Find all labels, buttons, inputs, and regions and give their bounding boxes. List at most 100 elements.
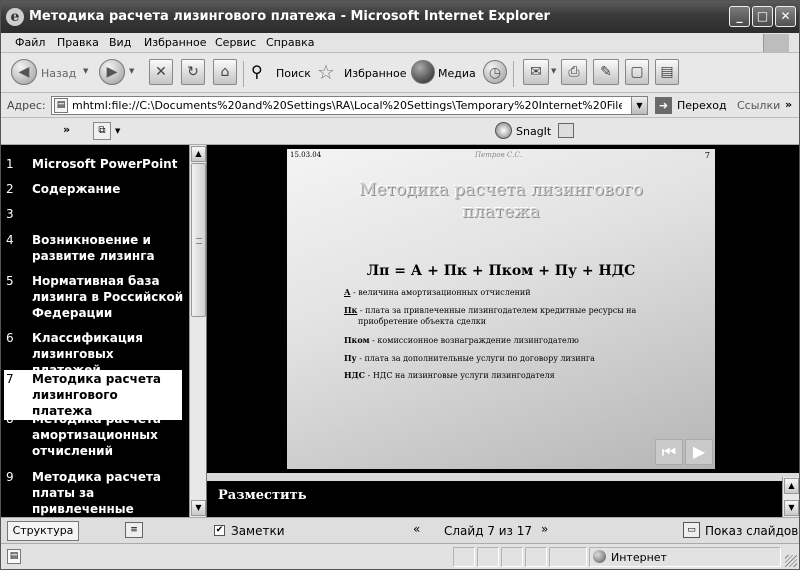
refresh-icon[interactable]: ↻ (181, 59, 205, 85)
menu-help[interactable]: Справка (266, 36, 314, 49)
outline-button[interactable]: Структура (7, 521, 79, 541)
history-icon[interactable]: ◷ (483, 60, 507, 84)
toolbar-chevron-icon[interactable]: » (63, 123, 70, 136)
stop-icon[interactable]: ✕ (149, 59, 173, 85)
expand-outline-icon[interactable]: ≡ (125, 522, 143, 538)
slideshow-icon[interactable]: ▭ (683, 522, 700, 538)
outline-item[interactable]: 9 Методика расчета платы за привлеченные (6, 469, 186, 517)
back-dropdown-icon[interactable]: ▼ (83, 67, 88, 75)
outline-item[interactable]: 1 Microsoft PowerPoint (6, 156, 186, 172)
favorites-button-label[interactable]: Избранное (344, 67, 406, 80)
scroll-down-icon[interactable]: ▼ (784, 500, 799, 516)
next-slide-button[interactable]: » (541, 522, 548, 536)
scroll-thumb[interactable] (191, 163, 206, 317)
toolbar-separator (243, 61, 244, 87)
definition-item: Пу - плата за дополнительные услуги по д… (344, 353, 595, 363)
status-cell (453, 547, 475, 567)
search-button-label[interactable]: Поиск (276, 67, 311, 80)
print-icon[interactable]: ⎙ (561, 59, 587, 85)
search-icon[interactable]: ⚲ (251, 62, 273, 84)
address-input[interactable]: ▤ mhtml:file://C:\Documents%20and%20Sett… (51, 96, 648, 115)
edit-icon[interactable]: ✎ (593, 59, 619, 85)
address-label: Адрес: (7, 99, 46, 112)
standard-toolbar: ◀ Назад ▼ ▶ ▼ ✕ ↻ ⌂ ⚲ Поиск ☆ Избранное … (1, 53, 799, 93)
translate-dropdown-icon[interactable]: ▼ (115, 127, 120, 135)
address-url[interactable]: mhtml:file://C:\Documents%20and%20Settin… (72, 99, 622, 112)
slide-date: 15.03.04 (290, 151, 322, 159)
close-icon[interactable]: ✕ (775, 6, 796, 27)
menu-bar: Файл Правка Вид Избранное Сервис Справка (1, 33, 799, 53)
outline-scrollbar[interactable]: ▲ ▼ (189, 145, 206, 517)
status-cell (525, 547, 547, 567)
scroll-grip (196, 238, 202, 244)
status-cell (549, 547, 587, 567)
slide-formula: Лп = А + Пк + Пком + Пу + НДС (366, 263, 636, 279)
scroll-up-icon[interactable]: ▲ (784, 478, 799, 494)
definition-item: Пк - плата за привлеченные лизингодателе… (344, 305, 637, 326)
media-icon[interactable] (411, 60, 435, 84)
address-dropdown-icon[interactable]: ▼ (631, 97, 647, 114)
plugin-toolbar: » ⧉ ▼ SnagIt (1, 118, 799, 145)
definition-item: А - величина амортизационных отчислений (344, 287, 531, 297)
slide-first-icon[interactable]: ⏮ (655, 439, 683, 465)
address-bar: Адрес: ▤ mhtml:file://C:\Documents%20and… (1, 93, 799, 118)
go-button-label[interactable]: Переход (677, 99, 727, 112)
outline-item[interactable]: 5 Нормативная база лизинга в Российской Ф… (6, 273, 186, 321)
home-icon[interactable]: ⌂ (213, 59, 237, 85)
presentation-controls: Структура ≡ ✔ Заметки « Слайд 7 из 17 » … (1, 517, 799, 543)
research-icon[interactable]: ▤ (655, 59, 679, 85)
toolbar-separator (513, 61, 514, 87)
menu-file[interactable]: Файл (15, 36, 45, 49)
outline-item[interactable]: 2 Содержание (6, 181, 186, 197)
status-bar: ▤ Интернет (1, 543, 799, 569)
slide-author: Петров С.С. (475, 151, 523, 159)
maximize-icon[interactable]: □ (752, 6, 773, 27)
go-arrow-icon[interactable]: ➜ (655, 97, 672, 114)
snagit-icon[interactable] (495, 122, 512, 139)
slideshow-button[interactable]: Показ слайдов (705, 524, 798, 538)
mail-icon[interactable]: ✉ (523, 59, 549, 85)
menu-favorites[interactable]: Избранное (144, 36, 206, 49)
notes-label[interactable]: Заметки (231, 524, 285, 538)
title-bar: e Методика расчета лизингового платежа -… (1, 1, 799, 33)
internet-zone-icon (593, 550, 606, 563)
forward-dropdown-icon[interactable]: ▼ (129, 67, 134, 75)
notes-scrollbar[interactable]: ▲ ▼ (782, 477, 799, 517)
translate-icon[interactable]: ⧉ (93, 122, 111, 140)
slide: 15.03.04 Петров С.С. 7 Методика расчета … (287, 149, 715, 469)
menu-view[interactable]: Вид (109, 36, 131, 49)
forward-arrow-icon[interactable]: ▶ (99, 59, 125, 85)
links-label[interactable]: Ссылки (737, 99, 780, 112)
snagit-button-label[interactable]: SnagIt (516, 125, 551, 138)
back-button-label[interactable]: Назад (41, 67, 76, 80)
notes-title: Разместить (218, 488, 307, 503)
resize-grip[interactable] (785, 555, 797, 567)
notes-pane: Разместить (207, 477, 782, 517)
favorites-star-icon[interactable]: ☆ (317, 60, 341, 84)
slide-play-icon[interactable]: ▶ (685, 439, 713, 465)
previous-slide-button[interactable]: « (413, 522, 420, 536)
scroll-down-icon[interactable]: ▼ (191, 500, 206, 516)
links-chevron-icon[interactable]: » (785, 98, 792, 111)
minimize-icon[interactable]: _ (729, 6, 750, 27)
discuss-icon[interactable]: ▢ (625, 59, 649, 85)
menu-edit[interactable]: Правка (57, 36, 99, 49)
ie-logo-icon: e (6, 8, 24, 26)
window-title: Методика расчета лизингового платежа - M… (29, 9, 550, 24)
slide-page-number: 7 (704, 151, 710, 160)
outline-item[interactable]: 4 Возникновение и развитие лизинга (6, 232, 186, 264)
page-icon: ▤ (54, 98, 68, 113)
menu-tools[interactable]: Сервис (215, 36, 256, 49)
mail-dropdown-icon[interactable]: ▼ (551, 67, 556, 75)
outline-item[interactable]: 8 Методика расчета амортизационных отчисл… (6, 411, 186, 459)
status-cell (501, 547, 523, 567)
media-button-label[interactable]: Медиа (438, 67, 476, 80)
scroll-up-icon[interactable]: ▲ (191, 146, 206, 162)
windows-flag-icon (763, 34, 789, 52)
status-cell (477, 547, 499, 567)
back-arrow-icon[interactable]: ◀ (11, 59, 37, 85)
outline-pane: 1 Microsoft PowerPoint 2 Содержание 3 4 Воз… (1, 145, 189, 517)
snagit-capture-icon[interactable] (558, 123, 574, 138)
notes-checkbox[interactable]: ✔ (214, 525, 225, 536)
security-zone-label: Интернет (611, 551, 667, 564)
